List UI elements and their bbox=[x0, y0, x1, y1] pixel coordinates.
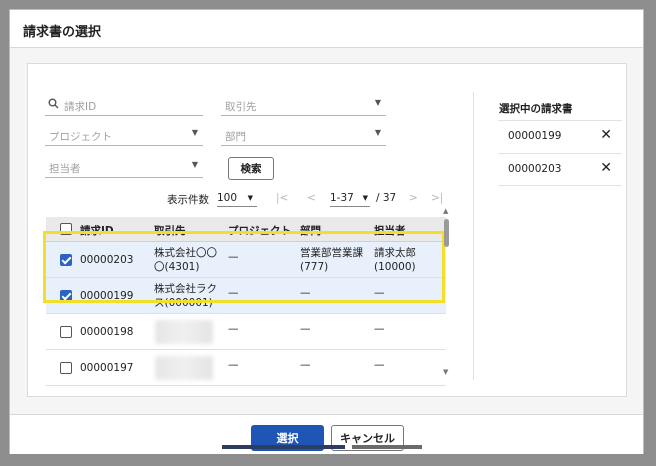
row-department: — bbox=[300, 323, 311, 335]
row-invoice-id: 00000198 bbox=[80, 326, 134, 338]
client-placeholder: 取引先 bbox=[225, 101, 257, 113]
dialog-title: 請求書の選択 bbox=[23, 25, 102, 40]
selected-item: 00000203 ✕ bbox=[498, 153, 622, 186]
table-scrollbar[interactable]: ▲ ▼ bbox=[443, 207, 450, 377]
caret-down-icon: ▼ bbox=[191, 160, 198, 169]
close-icon[interactable]: ✕ bbox=[600, 160, 612, 176]
row-invoice-id: 00000197 bbox=[80, 362, 134, 374]
department-placeholder: 部門 bbox=[225, 131, 246, 143]
page-size-label: 表示件数 bbox=[167, 194, 209, 206]
invoice-id-placeholder: 請求ID bbox=[64, 101, 97, 113]
caret-down-icon: ▼ bbox=[362, 194, 368, 202]
row-checkbox[interactable] bbox=[60, 326, 72, 338]
dialog-content: 請求ID 取引先 ▼ プロジェクト ▼ 部門 ▼ 担当者 ▼ 検索 表示件数 1… bbox=[27, 63, 627, 397]
row-owner: — bbox=[374, 323, 385, 335]
last-page-icon[interactable]: >| bbox=[431, 192, 443, 204]
redacted-client bbox=[155, 356, 213, 380]
caret-down-icon: ▼ bbox=[374, 98, 381, 107]
scroll-down-icon[interactable]: ▼ bbox=[443, 368, 448, 376]
page-size-value: 100 bbox=[217, 192, 238, 204]
footer-shadow bbox=[222, 445, 345, 449]
caret-down-icon: ▼ bbox=[191, 128, 198, 137]
selected-item-id: 00000203 bbox=[508, 163, 562, 175]
table-row[interactable]: 00000198 — — — bbox=[46, 314, 446, 350]
client-select[interactable]: 取引先 ▼ bbox=[221, 94, 386, 116]
project-placeholder: プロジェクト bbox=[49, 131, 112, 143]
owner-select[interactable]: 担当者 ▼ bbox=[45, 156, 203, 178]
selected-panel-title: 選択中の請求書 bbox=[499, 103, 573, 115]
caret-down-icon: ▼ bbox=[374, 128, 381, 137]
row-checkbox[interactable] bbox=[60, 362, 72, 374]
row-project: — bbox=[228, 323, 239, 335]
panel-divider bbox=[473, 92, 474, 380]
search-icon bbox=[48, 98, 59, 112]
invoice-id-search-input[interactable]: 請求ID bbox=[45, 94, 203, 116]
page-range-select[interactable]: 1-37 ▼ bbox=[330, 192, 370, 207]
page-size-select[interactable]: 100 ▼ bbox=[217, 192, 257, 207]
owner-placeholder: 担当者 bbox=[49, 163, 81, 175]
invoice-list-panel: 請求ID 取引先 ▼ プロジェクト ▼ 部門 ▼ 担当者 ▼ 検索 表示件数 1… bbox=[28, 64, 471, 396]
search-button[interactable]: 検索 bbox=[228, 157, 274, 180]
first-page-icon[interactable]: |< bbox=[276, 192, 288, 204]
redacted-client bbox=[155, 320, 213, 344]
scroll-up-icon[interactable]: ▲ bbox=[443, 207, 448, 215]
next-page-icon[interactable]: > bbox=[409, 192, 418, 204]
project-select[interactable]: プロジェクト ▼ bbox=[45, 124, 203, 146]
footer-shadow bbox=[352, 445, 422, 449]
caret-down-icon: ▼ bbox=[247, 194, 253, 202]
department-select[interactable]: 部門 ▼ bbox=[221, 124, 386, 146]
row-department: — bbox=[300, 359, 311, 371]
row-project: — bbox=[228, 359, 239, 371]
table-row[interactable]: 00000197 — — — bbox=[46, 350, 446, 386]
scroll-thumb[interactable] bbox=[444, 219, 449, 247]
page-range-value: 1-37 bbox=[330, 192, 354, 204]
row-owner: — bbox=[374, 359, 385, 371]
close-icon[interactable]: ✕ bbox=[600, 127, 612, 143]
selected-rows-highlight bbox=[43, 231, 445, 303]
dialog-header: 請求書の選択 bbox=[10, 10, 643, 48]
page-total: / 37 bbox=[376, 192, 397, 204]
selected-item: 00000199 ✕ bbox=[498, 120, 622, 153]
prev-page-icon[interactable]: < bbox=[307, 192, 316, 204]
selected-item-id: 00000199 bbox=[508, 130, 562, 142]
